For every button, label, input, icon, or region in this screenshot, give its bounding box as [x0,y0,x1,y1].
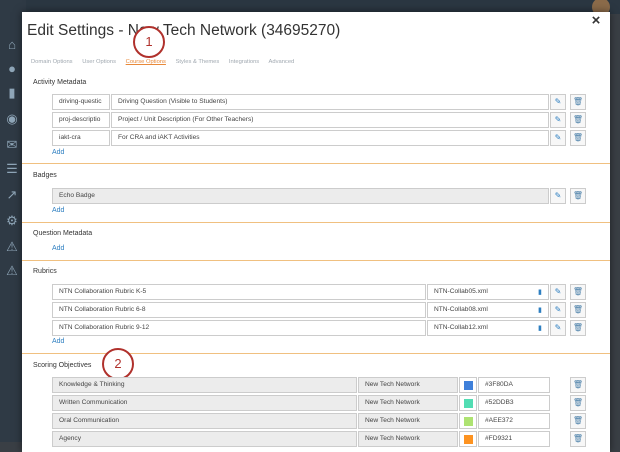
add-question-metadata-link[interactable]: Add [52,245,64,252]
metadata-label-field[interactable]: Project / Unit Description (For Other Te… [111,112,549,128]
document-icon[interactable]: ▮ [538,322,542,335]
color-swatch[interactable] [464,417,473,426]
document-icon[interactable]: ▮ [538,304,542,317]
divider [22,222,610,223]
globe-icon[interactable]: ◉ [4,112,20,126]
objective-name-field[interactable]: Knowledge & Thinking [52,377,357,393]
gear-icon[interactable]: ⚙ [4,214,20,228]
color-swatch-cell[interactable] [459,377,477,393]
close-icon[interactable]: × [590,13,602,28]
warning-icon[interactable]: ⚠ [4,240,20,254]
rubric-name-field[interactable]: NTN Collaboration Rubric 6-8 [52,302,426,318]
callout-marker-1: 1 [133,26,165,58]
color-swatch-cell[interactable] [459,395,477,411]
objective-org-field: New Tech Network [358,395,458,411]
metadata-key-field[interactable]: iakt-cra [52,130,110,146]
objective-name-field[interactable]: Written Communication [52,395,357,411]
objective-org-field: New Tech Network [358,431,458,447]
section-title-question-metadata: Question Metadata [33,230,93,237]
trash-icon[interactable]: 🗑 [570,413,586,429]
rubric-file-field[interactable]: NTN-Collab12.xml ▮ [427,320,549,336]
rubric-name-field[interactable]: NTN Collaboration Rubric 9-12 [52,320,426,336]
divider [22,260,610,261]
book-icon[interactable]: ▮ [4,86,20,100]
edit-icon[interactable]: ✎ [550,112,566,128]
tab-course-options[interactable]: Course Options [126,59,166,65]
edit-icon[interactable]: ✎ [550,94,566,110]
trash-icon[interactable]: 🗑 [570,302,586,318]
tab-integrations[interactable]: Integrations [229,59,259,65]
color-swatch-cell[interactable] [459,413,477,429]
metadata-key-field[interactable]: proj-descriptio [52,112,110,128]
rubric-file-field[interactable]: NTN-Collab08.xml ▮ [427,302,549,318]
trash-icon[interactable]: 🗑 [570,377,586,393]
add-activity-metadata-link[interactable]: Add [52,149,64,156]
institution-icon[interactable]: ⌂ [4,38,20,52]
trash-icon[interactable]: 🗑 [570,112,586,128]
add-rubric-link[interactable]: Add [52,338,64,345]
objective-name-field[interactable]: Agency [52,431,357,447]
tab-styles-themes[interactable]: Styles & Themes [176,59,220,65]
edit-icon[interactable]: ✎ [550,130,566,146]
trash-icon[interactable]: 🗑 [570,431,586,447]
document-icon[interactable]: ▮ [538,286,542,299]
color-swatch[interactable] [464,381,473,390]
edit-icon[interactable]: ✎ [550,284,566,300]
list-icon[interactable]: ☰ [4,162,20,176]
edit-settings-modal: Edit Settings - New Tech Network (346952… [22,12,610,452]
objective-name-field[interactable]: Oral Communication [52,413,357,429]
color-hex-field[interactable]: #52DDB3 [478,395,550,411]
settings-tabs: Domain Options User Options Course Optio… [31,59,302,65]
color-hex-field[interactable]: #3F80DA [478,377,550,393]
color-swatch[interactable] [464,435,473,444]
objective-org-field: New Tech Network [358,413,458,429]
trash-icon[interactable]: 🗑 [570,395,586,411]
metadata-key-field[interactable]: driving-questic [52,94,110,110]
color-hex-field[interactable]: #FD9321 [478,431,550,447]
trash-icon[interactable]: 🗑 [570,320,586,336]
rubric-file-name: NTN-Collab08.xml [434,306,488,313]
edit-icon[interactable]: ✎ [550,320,566,336]
edit-icon[interactable]: ✎ [550,302,566,318]
section-title-scoring-objectives: Scoring Objectives [33,362,92,369]
rubric-name-field[interactable]: NTN Collaboration Rubric K-5 [52,284,426,300]
section-title-rubrics: Rubrics [33,268,57,275]
modal-title: Edit Settings - New Tech Network (346952… [27,22,341,39]
tab-user-options[interactable]: User Options [82,59,116,65]
badge-name-field[interactable]: Echo Badge [52,188,549,204]
metadata-label-field[interactable]: For CRA and iAKT Activities [111,130,549,146]
trash-icon[interactable]: 🗑 [570,188,586,204]
rubric-file-name: NTN-Collab12.xml [434,324,488,331]
trash-icon[interactable]: 🗑 [570,94,586,110]
tab-domain-options[interactable]: Domain Options [31,59,73,65]
color-hex-field[interactable]: #AEE372 [478,413,550,429]
mail-icon[interactable]: ✉ [4,138,20,152]
section-title-activity-metadata: Activity Metadata [33,79,87,86]
color-swatch-cell[interactable] [459,431,477,447]
color-swatch[interactable] [464,399,473,408]
chart-icon[interactable]: ↗ [4,188,20,202]
trash-icon[interactable]: 🗑 [570,130,586,146]
metadata-label-field[interactable]: Driving Question (Visible to Students) [111,94,549,110]
users-icon[interactable]: ● [4,62,20,76]
rubric-file-field[interactable]: NTN-Collab05.xml ▮ [427,284,549,300]
edit-icon[interactable]: ✎ [550,188,566,204]
section-title-badges: Badges [33,172,57,179]
callout-marker-2: 2 [102,348,134,380]
rubric-file-name: NTN-Collab05.xml [434,288,488,295]
add-badge-link[interactable]: Add [52,207,64,214]
objective-org-field: New Tech Network [358,377,458,393]
alert-icon[interactable]: ⚠ [4,264,20,278]
divider [22,163,610,164]
trash-icon[interactable]: 🗑 [570,284,586,300]
tab-advanced[interactable]: Advanced [269,59,295,65]
